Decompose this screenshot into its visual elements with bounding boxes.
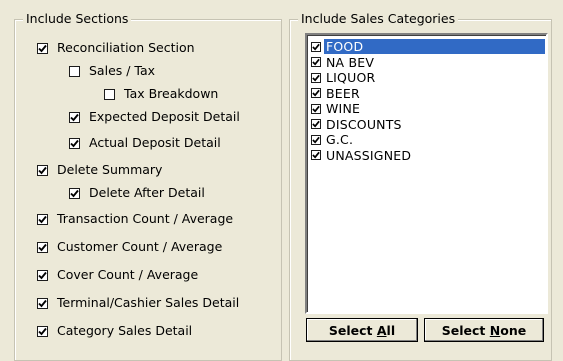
category-item-unassigned[interactable]: UNASSIGNED bbox=[311, 148, 545, 163]
checkmark-icon[interactable] bbox=[311, 150, 321, 160]
checkmark-icon[interactable] bbox=[37, 213, 48, 225]
checkbox-sales-tax[interactable]: Sales / Tax bbox=[69, 62, 155, 80]
checkmark-icon[interactable] bbox=[37, 269, 48, 281]
checkbox-label: Terminal/Cashier Sales Detail bbox=[57, 295, 240, 310]
checkmark-icon[interactable] bbox=[69, 137, 80, 149]
category-label: DISCOUNTS bbox=[326, 116, 402, 132]
category-label: UNASSIGNED bbox=[326, 147, 412, 163]
checkbox-delete-summary[interactable]: Delete Summary bbox=[37, 161, 162, 179]
sales-categories-listbox[interactable]: FOOD NA BEV LIQUOR BEER WINE DISCOUNTS G.C. UNA… bbox=[305, 33, 548, 314]
checkbox-label: Transaction Count / Average bbox=[57, 211, 234, 226]
checkmark-icon[interactable] bbox=[69, 187, 80, 199]
category-label: FOOD bbox=[324, 39, 545, 54]
checkbox-delete-after-detail[interactable]: Delete After Detail bbox=[69, 184, 205, 202]
checkbox-label: Sales / Tax bbox=[89, 63, 156, 78]
checkbox-label: Reconciliation Section bbox=[57, 40, 195, 55]
checkbox-actual-deposit-detail[interactable]: Actual Deposit Detail bbox=[69, 134, 221, 152]
category-label: WINE bbox=[326, 101, 361, 116]
checkbox-reconciliation-section[interactable]: Reconciliation Section bbox=[37, 39, 195, 57]
select-none-mnemonic: N bbox=[489, 322, 501, 338]
checkmark-icon[interactable] bbox=[69, 111, 80, 123]
checkmark-icon[interactable] bbox=[311, 103, 321, 114]
select-all-button[interactable]: Select All bbox=[306, 318, 418, 342]
checkbox-label: Delete Summary bbox=[57, 162, 163, 177]
category-item-wine[interactable]: WINE bbox=[311, 101, 545, 116]
checkbox-empty-icon[interactable] bbox=[104, 88, 115, 100]
category-item-beer[interactable]: BEER bbox=[311, 86, 545, 101]
checkbox-customer-count-average[interactable]: Customer Count / Average bbox=[37, 238, 222, 256]
include-sections-title: Include Sections bbox=[23, 11, 132, 27]
checkmark-icon[interactable] bbox=[311, 57, 321, 67]
select-all-suffix: ll bbox=[386, 322, 396, 338]
checkmark-icon[interactable] bbox=[311, 41, 321, 52]
checkbox-empty-icon[interactable] bbox=[69, 65, 80, 77]
checkbox-label: Cover Count / Average bbox=[57, 267, 199, 282]
checkbox-expected-deposit-detail[interactable]: Expected Deposit Detail bbox=[69, 108, 240, 126]
checkbox-terminal-cashier-sales-detail[interactable]: Terminal/Cashier Sales Detail bbox=[37, 294, 239, 312]
checkbox-transaction-count-average[interactable]: Transaction Count / Average bbox=[37, 210, 233, 228]
checkbox-cover-count-average[interactable]: Cover Count / Average bbox=[37, 266, 198, 284]
checkbox-label: Category Sales Detail bbox=[57, 323, 193, 338]
checkbox-label: Expected Deposit Detail bbox=[89, 109, 240, 124]
checkbox-category-sales-detail[interactable]: Category Sales Detail bbox=[37, 322, 192, 340]
category-label: BEER bbox=[326, 85, 360, 101]
checkmark-icon[interactable] bbox=[311, 72, 321, 83]
checkmark-icon[interactable] bbox=[37, 325, 48, 337]
checkmark-icon[interactable] bbox=[37, 297, 48, 309]
checkmark-icon[interactable] bbox=[311, 134, 321, 145]
select-none-prefix: Select bbox=[441, 322, 490, 338]
checkbox-tax-breakdown[interactable]: Tax Breakdown bbox=[104, 85, 218, 103]
category-item-g-c[interactable]: G.C. bbox=[311, 132, 545, 147]
category-label: LIQUOR bbox=[326, 70, 376, 85]
include-sales-categories-title: Include Sales Categories bbox=[298, 11, 459, 27]
category-item-na-bev[interactable]: NA BEV bbox=[311, 55, 545, 70]
select-all-mnemonic: A bbox=[376, 322, 387, 338]
checkmark-icon[interactable] bbox=[311, 119, 321, 129]
checkbox-label: Customer Count / Average bbox=[57, 239, 223, 254]
category-label: NA BEV bbox=[326, 54, 375, 70]
select-all-prefix: Select bbox=[328, 322, 377, 338]
checkmark-icon[interactable] bbox=[37, 42, 48, 54]
select-none-button[interactable]: Select None bbox=[424, 318, 544, 342]
checkbox-label: Tax Breakdown bbox=[124, 86, 219, 101]
category-item-discounts[interactable]: DISCOUNTS bbox=[311, 117, 545, 132]
category-item-food[interactable]: FOOD bbox=[311, 39, 545, 54]
category-label: G.C. bbox=[326, 132, 354, 147]
category-item-liquor[interactable]: LIQUOR bbox=[311, 70, 545, 85]
checkmark-icon[interactable] bbox=[37, 241, 48, 253]
checkbox-label: Actual Deposit Detail bbox=[89, 135, 221, 150]
checkmark-icon[interactable] bbox=[37, 164, 48, 176]
select-none-suffix: one bbox=[500, 322, 527, 338]
checkbox-label: Delete After Detail bbox=[89, 185, 205, 200]
checkmark-icon[interactable] bbox=[311, 88, 321, 98]
